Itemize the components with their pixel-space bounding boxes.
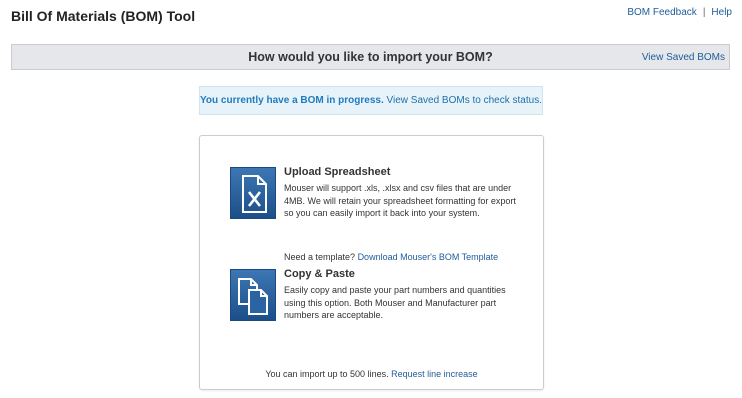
excel-file-icon xyxy=(242,175,267,213)
help-link[interactable]: Help xyxy=(711,7,732,18)
copy-paste-icon xyxy=(238,278,268,315)
copy-paste-description: Easily copy and paste your part numbers … xyxy=(284,285,506,320)
import-question: How would you like to import your BOM? xyxy=(248,50,493,64)
download-template-link[interactable]: Download Mouser's BOM Template xyxy=(358,252,499,262)
import-header-bar: How would you like to import your BOM? V… xyxy=(11,44,730,70)
upload-spreadsheet-description: Mouser will support .xls, .xlsx and csv … xyxy=(284,183,516,218)
upload-spreadsheet-button[interactable] xyxy=(230,167,276,219)
copy-paste-title: Copy & Paste xyxy=(284,268,355,280)
import-limit-line: You can import up to 500 lines. Request … xyxy=(200,369,543,379)
import-options-card: Upload Spreadsheet Mouser will support .… xyxy=(199,135,544,390)
notice-saved-boms-link[interactable]: View Saved BOMs to check status. xyxy=(387,95,542,106)
bom-feedback-link[interactable]: BOM Feedback xyxy=(627,7,696,18)
top-links: BOM Feedback | Help xyxy=(627,7,732,18)
template-prefix: Need a template? xyxy=(284,252,356,262)
bom-in-progress-notice: You currently have a BOM in progress. Vi… xyxy=(199,86,543,115)
link-separator: | xyxy=(702,7,706,18)
upload-spreadsheet-title: Upload Spreadsheet xyxy=(284,166,391,178)
request-line-increase-link[interactable]: Request line increase xyxy=(391,369,478,379)
copy-paste-button[interactable] xyxy=(230,269,276,321)
notice-message: You currently have a BOM in progress. xyxy=(200,95,384,106)
import-limit-text: You can import up to 500 lines. xyxy=(265,369,389,379)
template-line: Need a template? Download Mouser's BOM T… xyxy=(284,252,544,262)
page-title: Bill Of Materials (BOM) Tool xyxy=(11,8,196,24)
view-saved-boms-link[interactable]: View Saved BOMs xyxy=(642,52,725,63)
